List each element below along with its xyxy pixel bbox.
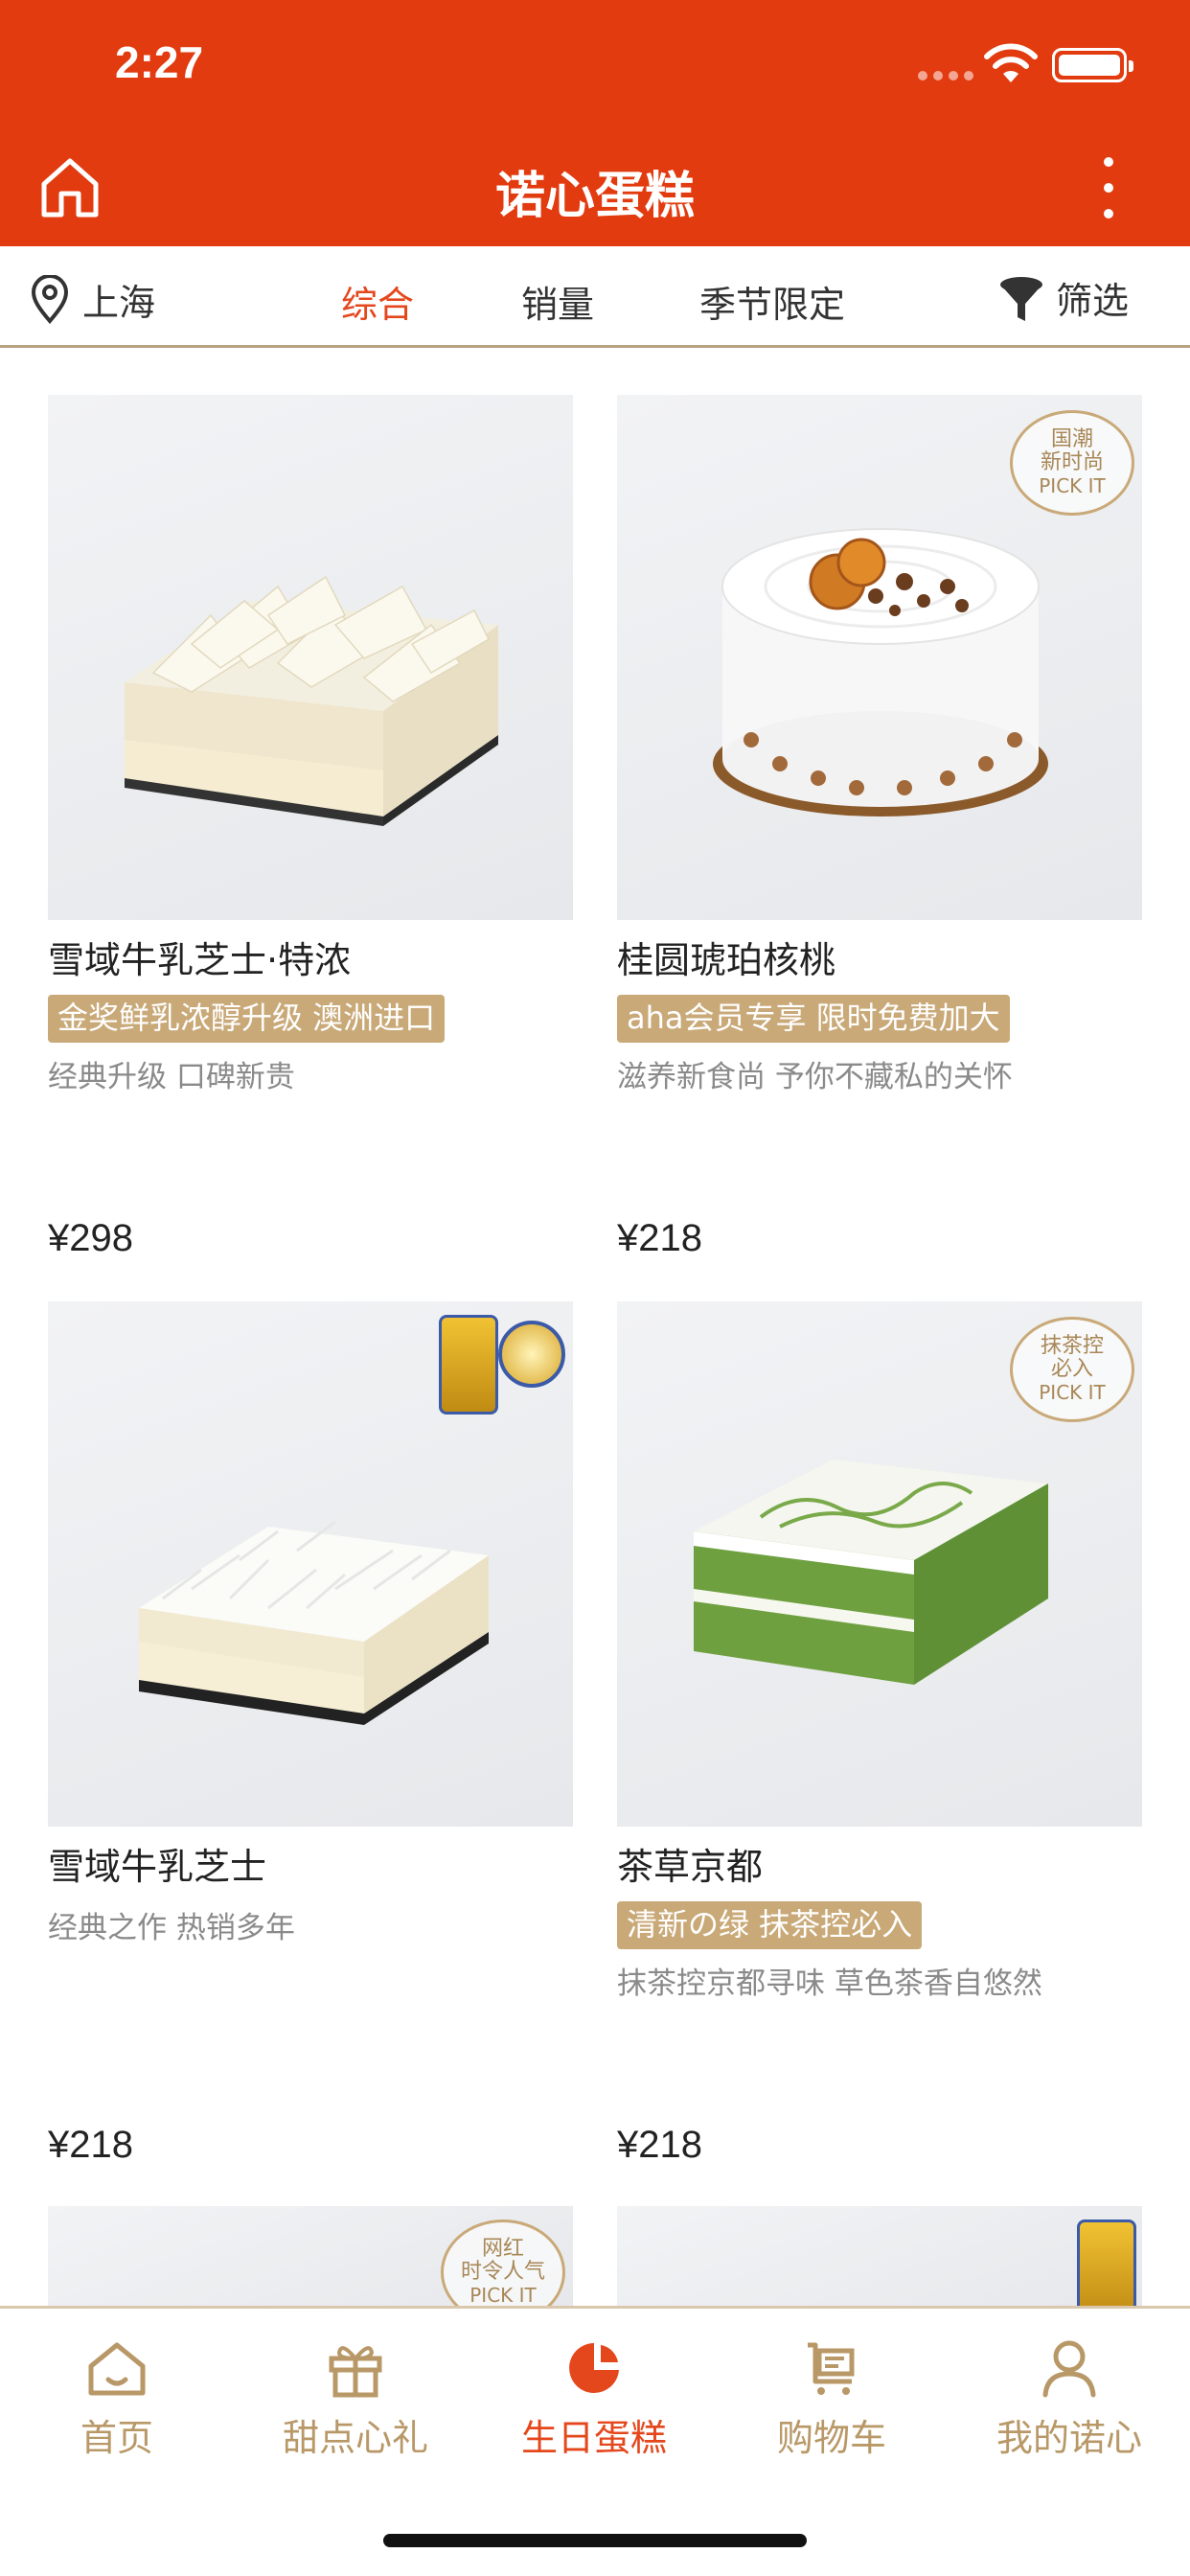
signal-icon bbox=[918, 71, 973, 80]
home-indicator bbox=[383, 2534, 807, 2547]
product-name: 雪域牛乳芝士 bbox=[48, 1846, 267, 1888]
location-selector[interactable]: 上海 bbox=[29, 273, 155, 326]
product-desc: 抹茶控京都寻味 草色茶香自悠然 bbox=[617, 1966, 1042, 2001]
battery-icon bbox=[1052, 48, 1133, 82]
tab-label: 我的诺心 bbox=[995, 2417, 1142, 2459]
filter-bar: 上海 综合 销量 季节限定 筛选 bbox=[0, 246, 1190, 348]
pick-it-badge: 抹茶控 必入 PICK IT bbox=[1010, 1317, 1134, 1422]
product-card[interactable]: 抹茶控 必入 PICK IT 茶草京都 清新の绿 抹茶控必入 抹茶控京都寻味 草色茶… bbox=[617, 1301, 1142, 2002]
product-desc: 滋养新食尚 予你不藏私的关怀 bbox=[617, 1060, 1013, 1094]
page-title: 诺心蛋糕 bbox=[494, 168, 695, 225]
product-card[interactable]: 雪域牛乳芝士 经典之作 热销多年 bbox=[48, 1301, 573, 1946]
product-name: 茶草京都 bbox=[617, 1846, 764, 1888]
product-image[interactable]: 抹茶控 必入 PICK IT bbox=[617, 1301, 1142, 1827]
location-label: 上海 bbox=[82, 282, 156, 324]
product-name: 桂圆琥珀核桃 bbox=[617, 939, 836, 981]
tab-label: 生日蛋糕 bbox=[520, 2417, 667, 2459]
tab-label: 甜点心礼 bbox=[282, 2417, 428, 2459]
tab-seasonal[interactable]: 季节限定 bbox=[699, 275, 845, 328]
product-tag: 清新の绿 抹茶控必入 bbox=[617, 1901, 923, 1949]
more-menu-icon[interactable] bbox=[1098, 157, 1119, 218]
wifi-icon bbox=[984, 43, 1038, 82]
tab-cart[interactable]: 购物车 bbox=[736, 2337, 927, 2461]
superior-taste-award-icon bbox=[439, 1315, 498, 1414]
product-card[interactable] bbox=[617, 2206, 1142, 2306]
tab-gifts[interactable]: 甜点心礼 bbox=[260, 2337, 451, 2461]
tab-label: 首页 bbox=[80, 2417, 153, 2459]
superior-taste-award-icon bbox=[1077, 2220, 1136, 2306]
gift-icon bbox=[329, 2346, 382, 2398]
gold-medal-icon bbox=[498, 1321, 565, 1388]
filter-funnel-icon bbox=[1000, 276, 1042, 321]
product-card[interactable]: 网红 时令人气 PICK IT bbox=[48, 2206, 573, 2306]
product-card[interactable]: 雪域牛乳芝士·特浓 金奖鲜乳浓醇升级 澳洲进口 经典升级 口碑新贵 bbox=[48, 395, 573, 1095]
tab-label: 购物车 bbox=[776, 2417, 886, 2459]
tab-comprehensive[interactable]: 综合 bbox=[341, 275, 414, 328]
home-outline-icon bbox=[88, 2342, 146, 2396]
product-image[interactable]: 网红 时令人气 PICK IT bbox=[48, 2206, 573, 2306]
product-tag: 金奖鲜乳浓醇升级 澳洲进口 bbox=[48, 995, 446, 1043]
product-desc: 经典之作 热销多年 bbox=[48, 1911, 295, 1945]
product-price: ¥218 bbox=[617, 1217, 702, 1259]
product-image[interactable] bbox=[617, 2206, 1142, 2306]
product-name: 雪域牛乳芝士·特浓 bbox=[48, 939, 352, 981]
user-icon bbox=[1042, 2340, 1096, 2398]
status-time: 2:27 bbox=[115, 37, 204, 87]
product-image[interactable] bbox=[48, 1301, 573, 1827]
product-image[interactable] bbox=[48, 395, 573, 920]
tab-profile[interactable]: 我的诺心 bbox=[973, 2337, 1165, 2461]
product-tag: aha会员专享 限时免费加大 bbox=[617, 995, 1010, 1043]
cake-square-cream-image bbox=[125, 575, 498, 826]
tab-sales[interactable]: 销量 bbox=[521, 275, 594, 328]
product-desc: 经典升级 口碑新贵 bbox=[48, 1060, 295, 1094]
filter-label: 筛选 bbox=[1056, 280, 1130, 322]
cake-icon bbox=[569, 2343, 619, 2393]
product-image[interactable]: 国潮 新时尚 PICK IT bbox=[617, 395, 1142, 920]
cart-icon bbox=[808, 2342, 855, 2395]
location-pin-icon bbox=[31, 274, 69, 324]
app-header: 2:27 诺心蛋糕 bbox=[0, 0, 1190, 246]
pick-it-badge: 网红 时令人气 PICK IT bbox=[441, 2220, 565, 2306]
filter-button[interactable]: 筛选 bbox=[996, 271, 1129, 324]
product-price: ¥218 bbox=[617, 2124, 702, 2166]
product-price: ¥298 bbox=[48, 1217, 133, 1259]
product-card[interactable]: 国潮 新时尚 PICK IT 桂圆琥珀核桃 aha会员专享 限时免费加大 滋养新食尚… bbox=[617, 395, 1142, 1095]
pick-it-badge: 国潮 新时尚 PICK IT bbox=[1010, 410, 1134, 516]
tab-birthday-cake[interactable]: 生日蛋糕 bbox=[498, 2337, 690, 2461]
product-price: ¥218 bbox=[48, 2124, 133, 2166]
tab-home[interactable]: 首页 bbox=[21, 2337, 213, 2461]
